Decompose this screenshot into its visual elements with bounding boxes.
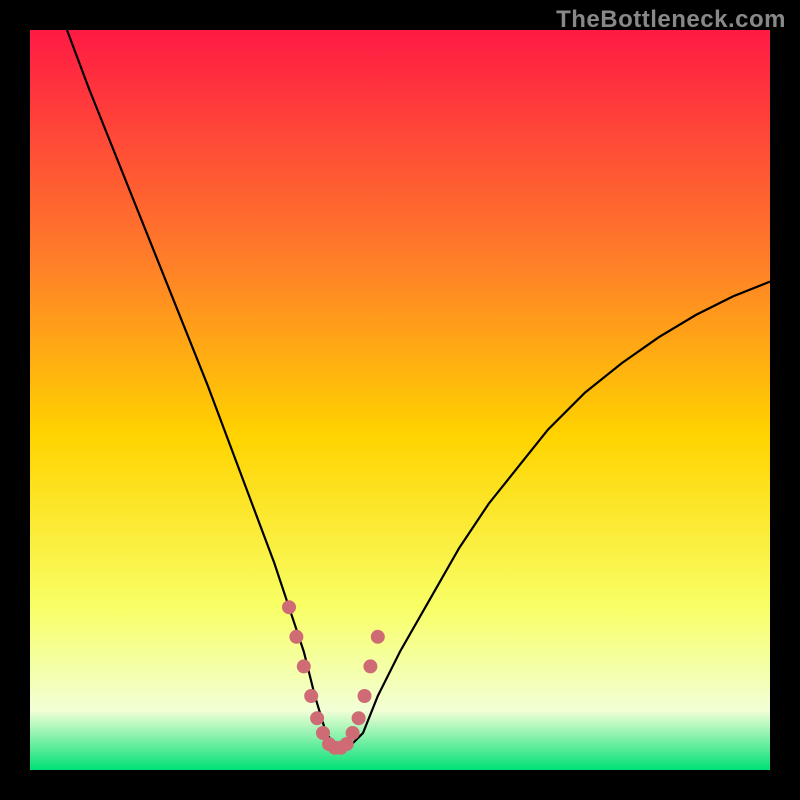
marker-dot [304,689,318,703]
marker-dot [371,630,385,644]
marker-dot [363,659,377,673]
marker-dot [282,600,296,614]
watermark-text: TheBottleneck.com [556,6,786,34]
gradient-background [30,30,770,770]
marker-dot [346,726,360,740]
marker-dot [352,711,366,725]
bottleneck-chart [30,30,770,770]
marker-dot [297,659,311,673]
marker-dot [358,689,372,703]
marker-dot [289,630,303,644]
marker-dot [310,711,324,725]
chart-frame: TheBottleneck.com [0,0,800,800]
